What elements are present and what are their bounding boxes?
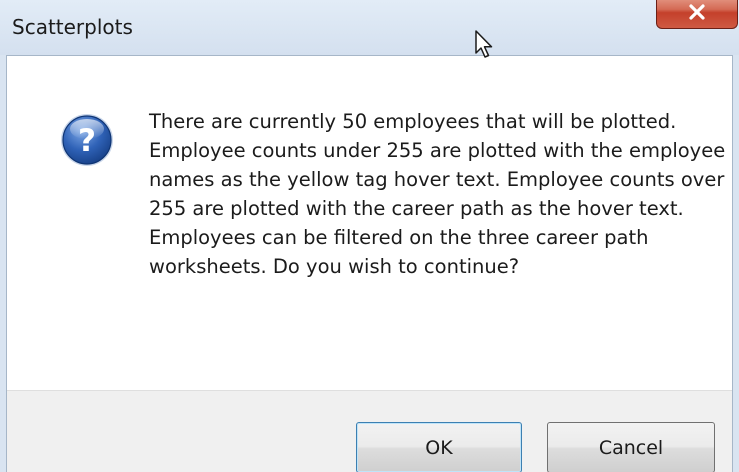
button-bar: OK Cancel bbox=[7, 390, 732, 472]
mouse-cursor-icon bbox=[475, 30, 493, 58]
svg-text:?: ? bbox=[78, 123, 96, 159]
window-title: Scatterplots bbox=[12, 15, 133, 39]
dialog-content: ? There are currently 50 employees that … bbox=[6, 55, 733, 472]
close-icon bbox=[689, 4, 705, 20]
title-bar[interactable]: Scatterplots bbox=[0, 0, 739, 55]
message-text: There are currently 50 employees that wi… bbox=[149, 110, 726, 278]
message-dialog: Scatterplots ? There are currently 50 em… bbox=[0, 0, 739, 472]
question-icon: ? bbox=[61, 114, 113, 166]
ok-button[interactable]: OK bbox=[356, 422, 522, 472]
close-button[interactable] bbox=[656, 0, 738, 29]
cancel-button[interactable]: Cancel bbox=[547, 422, 715, 472]
